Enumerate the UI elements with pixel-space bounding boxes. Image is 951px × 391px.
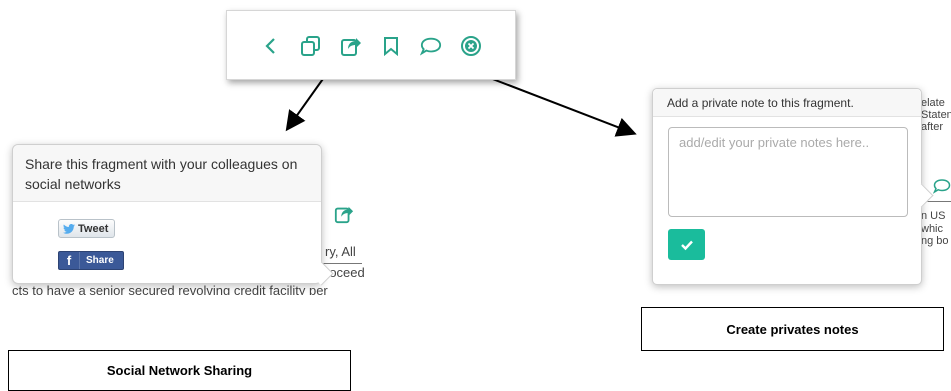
comment-icon[interactable] — [420, 35, 442, 57]
private-note-textarea[interactable] — [668, 127, 908, 217]
share-icon[interactable] — [334, 204, 354, 229]
twitter-bird-icon — [63, 223, 75, 234]
close-circle-icon[interactable] — [460, 35, 482, 57]
share-popover: Share this fragment with your colleagues… — [12, 144, 334, 286]
bg-text-line: ry, All — [325, 244, 356, 259]
facebook-share-button[interactable]: f Share — [58, 251, 124, 270]
copy-icon[interactable] — [300, 35, 322, 57]
bg-text-line: ng bo — [921, 235, 949, 247]
caption-create-private-notes: Create privates notes — [641, 307, 944, 351]
caption-social-network-sharing: Social Network Sharing — [8, 350, 351, 391]
comment-icon[interactable] — [932, 178, 951, 199]
share-popover-message: Share this fragment with your colleagues… — [13, 145, 321, 202]
checkmark-icon — [680, 240, 693, 250]
note-popover-header: Add a private note to this fragment. — [653, 89, 921, 117]
tweet-button[interactable]: Tweet — [58, 219, 116, 238]
facebook-icon: f — [59, 252, 80, 269]
fragment-toolbar — [226, 10, 516, 80]
chevron-left-icon[interactable] — [260, 35, 282, 57]
facebook-share-label: Share — [86, 255, 114, 266]
bookmark-icon[interactable] — [380, 35, 402, 57]
bg-text-line: after — [921, 121, 944, 133]
bg-text-line: cts to have a senior secured revolving c… — [12, 283, 328, 295]
private-note-popover: Add a private note to this fragment. — [652, 88, 934, 285]
share-icon[interactable] — [340, 35, 362, 57]
tweet-label: Tweet — [78, 222, 109, 235]
save-note-button[interactable] — [668, 229, 705, 260]
popover-caret — [909, 183, 934, 208]
